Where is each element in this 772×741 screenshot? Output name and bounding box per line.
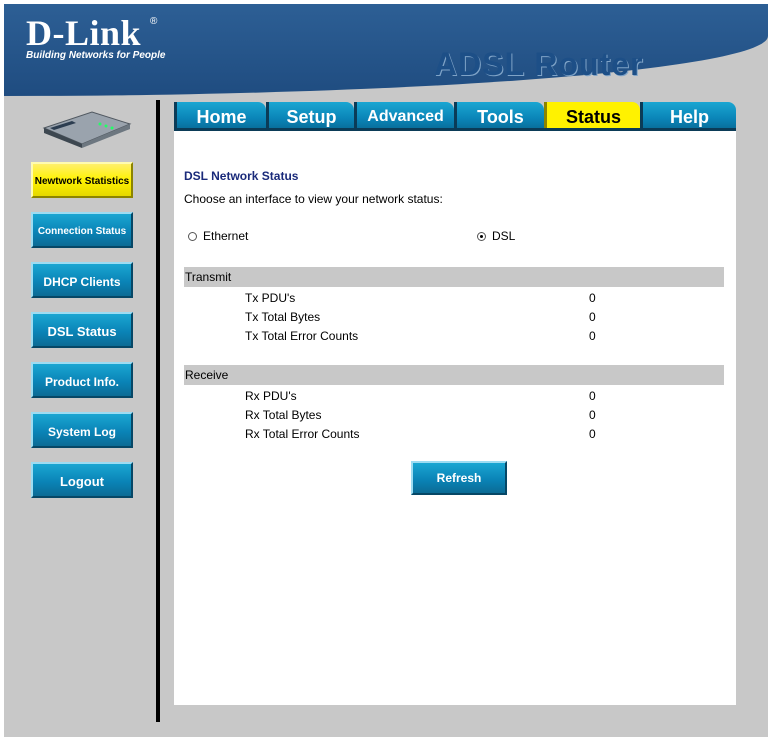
router-device-image: [42, 111, 132, 148]
sidebar-item-logout[interactable]: Logout: [31, 462, 133, 498]
page-title: DSL Network Status: [184, 169, 299, 183]
radio-dsl[interactable]: DSL: [477, 229, 515, 243]
radio-ethernet[interactable]: Ethernet: [188, 229, 248, 243]
radio-ethernet-button[interactable]: [188, 231, 197, 241]
tab-setup[interactable]: Setup: [266, 102, 354, 130]
tx-error-counts-value: 0: [589, 329, 596, 343]
transmit-heading: Transmit: [184, 267, 724, 287]
rx-error-counts-label: Rx Total Error Counts: [245, 427, 360, 441]
tab-status[interactable]: Status: [544, 102, 640, 130]
sidebar-item-network-statistics[interactable]: Newtwork Statistics: [31, 162, 133, 198]
tx-total-bytes-value: 0: [589, 310, 596, 324]
rx-error-counts-value: 0: [589, 427, 596, 441]
tab-advanced[interactable]: Advanced: [354, 102, 454, 130]
rx-total-bytes-value: 0: [589, 408, 596, 422]
header-banner: D-Link ® Building Networks for People AD…: [4, 4, 768, 96]
tab-tools[interactable]: Tools: [454, 102, 544, 130]
rx-pdus-label: Rx PDU's: [245, 389, 297, 403]
tx-error-counts-label: Tx Total Error Counts: [245, 329, 359, 343]
sidebar-item-connection-status[interactable]: Connection Status: [31, 212, 133, 248]
rx-total-bytes-label: Rx Total Bytes: [245, 408, 322, 422]
page-frame: D-Link ® Building Networks for People AD…: [4, 4, 768, 737]
refresh-button[interactable]: Refresh: [411, 461, 507, 495]
main-tabs: Home Setup Advanced Tools Status Help: [174, 102, 736, 130]
content-panel: DSL Network Status Choose an interface t…: [174, 131, 736, 705]
rx-pdus-value: 0: [589, 389, 596, 403]
interface-selector: Ethernet DSL: [188, 229, 708, 249]
sidebar-item-system-log[interactable]: System Log: [31, 412, 133, 448]
sidebar-item-product-info[interactable]: Product Info.: [31, 362, 133, 398]
sidebar-item-dhcp-clients[interactable]: DHCP Clients: [31, 262, 133, 298]
radio-ethernet-label: Ethernet: [203, 229, 249, 243]
receive-heading: Receive: [184, 365, 724, 385]
radio-dsl-button[interactable]: [477, 231, 486, 241]
sidebar-item-dsl-status[interactable]: DSL Status: [31, 312, 133, 348]
tab-home[interactable]: Home: [174, 102, 266, 130]
tx-pdus-label: Tx PDU's: [245, 291, 296, 305]
tx-pdus-value: 0: [589, 291, 596, 305]
sidebar-divider: [156, 100, 160, 722]
dlink-logo: D-Link: [26, 13, 142, 53]
tab-help[interactable]: Help: [640, 102, 736, 130]
registered-mark: ®: [150, 16, 158, 27]
tx-total-bytes-label: Tx Total Bytes: [245, 310, 321, 324]
radio-dsl-label: DSL: [492, 229, 516, 243]
product-title: ADSL Router: [434, 46, 644, 82]
logo-tagline: Building Networks for People: [26, 50, 166, 61]
page-description: Choose an interface to view your network…: [184, 192, 443, 206]
